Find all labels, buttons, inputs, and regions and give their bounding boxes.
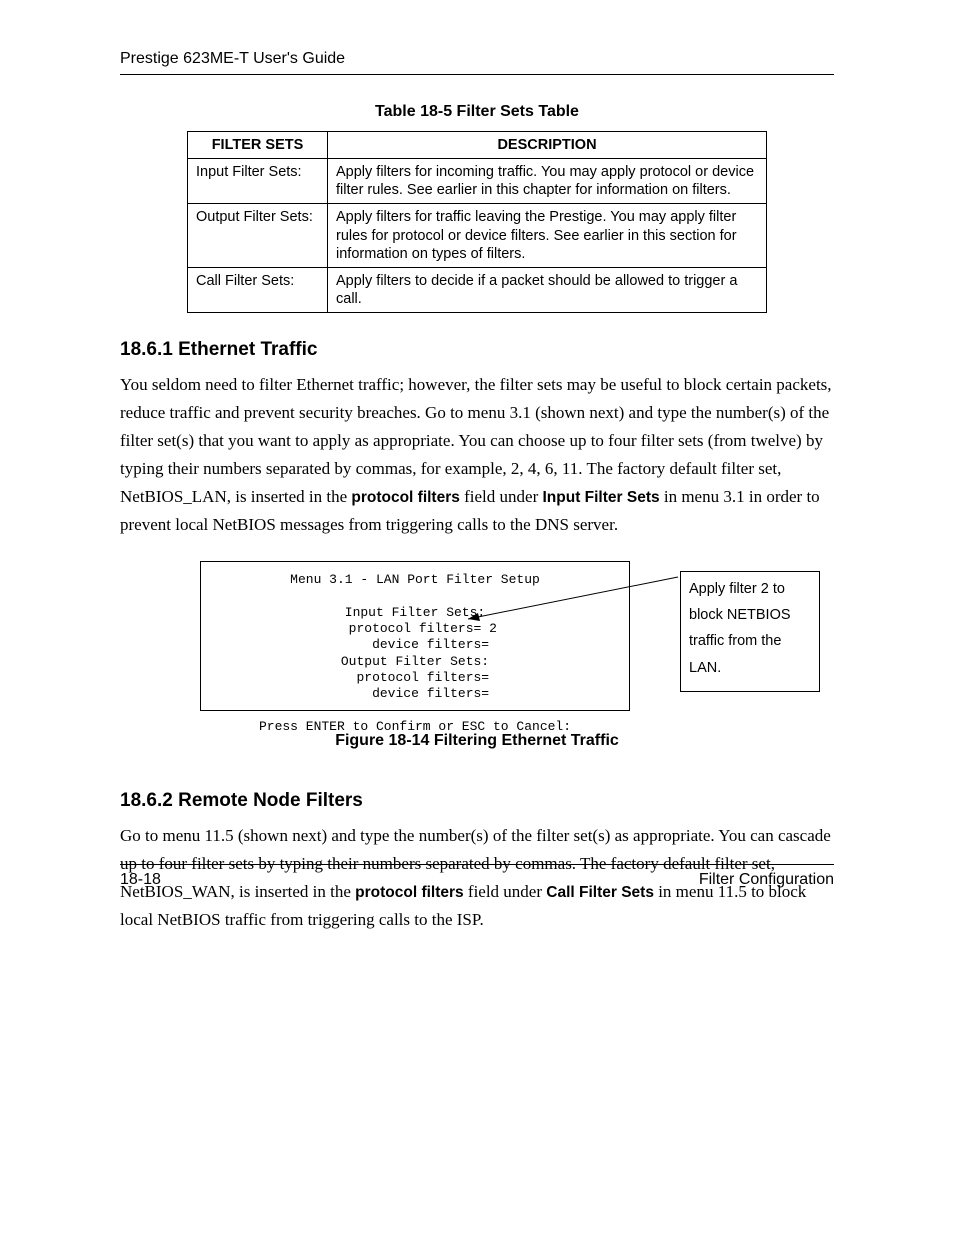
bold-text: protocol filters: [351, 489, 460, 506]
page-number: 18-18: [120, 871, 161, 889]
table-row: Output Filter Sets: Apply filters for tr…: [188, 204, 767, 267]
row-desc: Apply filters to decide if a packet shou…: [328, 267, 767, 312]
footer-section-name: Filter Configuration: [699, 871, 834, 889]
table-header-col1: FILTER SETS: [188, 132, 328, 159]
guide-title: Prestige 623ME-T User's Guide: [120, 50, 345, 67]
terminal-blank: [201, 702, 629, 718]
section-heading-ethernet: 18.6.1 Ethernet Traffic: [120, 339, 834, 361]
callout-arrow-icon: [468, 571, 683, 621]
row-desc: Apply filters for incoming traffic. You …: [328, 159, 767, 204]
terminal-line: protocol filters= 2: [201, 621, 629, 637]
bold-text: Input Filter Sets: [542, 489, 659, 506]
figure: Menu 3.1 - LAN Port Filter Setup Input F…: [200, 561, 820, 716]
terminal-line: protocol filters=: [201, 670, 629, 686]
callout-text: Apply filter 2 to block NETBIOS traffic …: [689, 581, 791, 675]
row-name: Call Filter Sets:: [188, 267, 328, 312]
table-caption: Table 18-5 Filter Sets Table: [120, 103, 834, 121]
callout-box: Apply filter 2 to block NETBIOS traffic …: [680, 571, 820, 691]
row-name: Output Filter Sets:: [188, 204, 328, 267]
paragraph: You seldom need to filter Ethernet traff…: [120, 371, 834, 539]
para-text: field under: [460, 487, 543, 506]
table-row: Input Filter Sets: Apply filters for inc…: [188, 159, 767, 204]
terminal-line: device filters=: [201, 637, 629, 653]
section-heading-remote: 18.6.2 Remote Node Filters: [120, 790, 834, 812]
table-row: Call Filter Sets: Apply filters to decid…: [188, 267, 767, 312]
figure-caption: Figure 18-14 Filtering Ethernet Traffic: [120, 732, 834, 750]
table-header-row: FILTER SETS DESCRIPTION: [188, 132, 767, 159]
page-header: Prestige 623ME-T User's Guide: [120, 50, 834, 75]
page-footer: 18-18 Filter Configuration: [120, 864, 834, 889]
row-desc: Apply filters for traffic leaving the Pr…: [328, 204, 767, 267]
terminal-line: Output Filter Sets:: [201, 654, 629, 670]
terminal-prompt: Press ENTER to Confirm or ESC to Cancel:: [201, 719, 629, 735]
filter-sets-table: FILTER SETS DESCRIPTION Input Filter Set…: [187, 131, 767, 313]
row-name: Input Filter Sets:: [188, 159, 328, 204]
page: Prestige 623ME-T User's Guide Table 18-5…: [0, 0, 954, 1235]
table-header-col2: DESCRIPTION: [328, 132, 767, 159]
terminal-line: device filters=: [201, 686, 629, 702]
